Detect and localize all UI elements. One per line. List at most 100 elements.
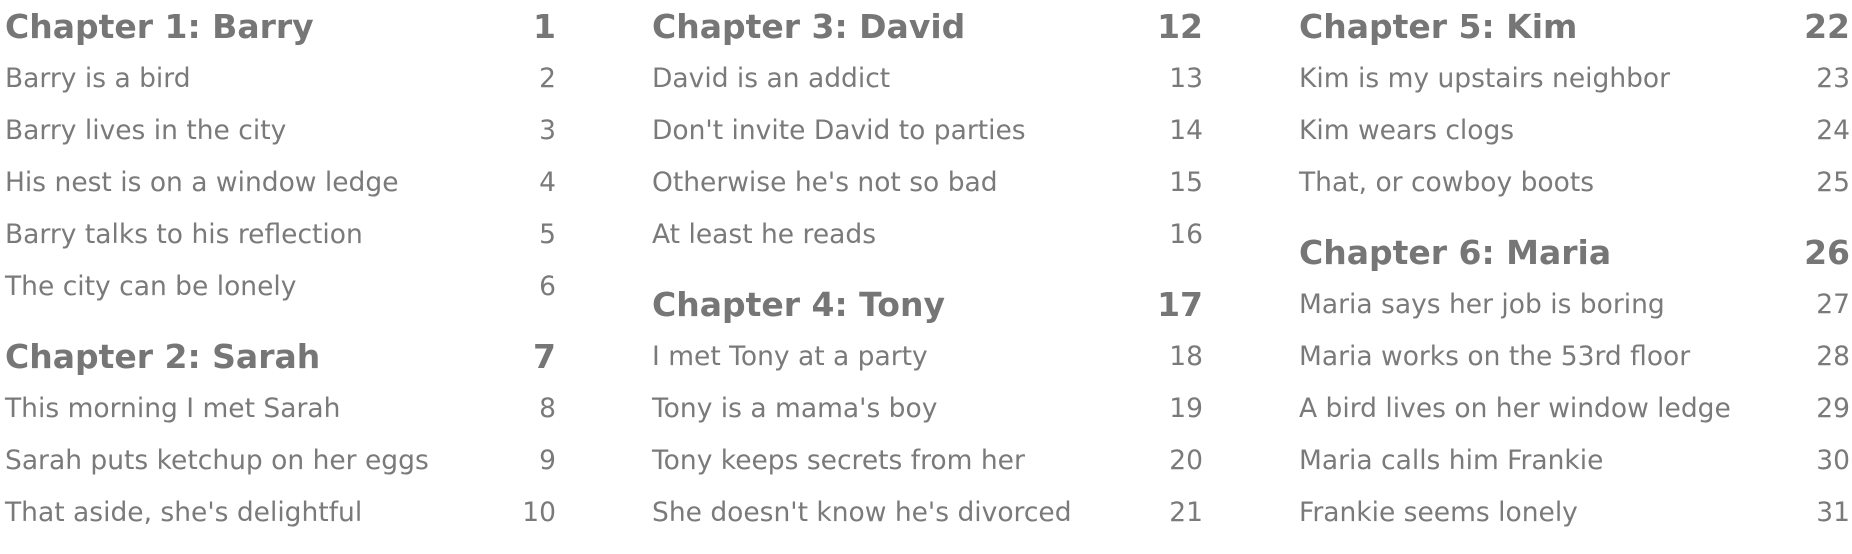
toc-entry[interactable]: Maria calls him Frankie 30 xyxy=(1299,434,1850,486)
toc-entry[interactable]: Maria says her job is boring 27 xyxy=(1299,278,1850,330)
entry-text: At least he reads xyxy=(652,218,877,250)
entry-page-number: 29 xyxy=(1816,392,1850,424)
entry-page-number: 19 xyxy=(1169,392,1203,424)
entry-text: Maria says her job is boring xyxy=(1299,288,1665,320)
chapter-page-number: 26 xyxy=(1804,232,1850,272)
entry-page-number: 23 xyxy=(1816,62,1850,94)
chapter-title: Chapter 2: Sarah xyxy=(5,336,321,376)
entry-page-number: 4 xyxy=(539,166,556,198)
entry-text: Tony is a mama's boy xyxy=(652,392,938,424)
chapter-heading[interactable]: Chapter 2: Sarah 7 xyxy=(5,330,556,382)
toc-entry[interactable]: Barry is a bird 2 xyxy=(5,52,556,104)
toc-entry[interactable]: Barry lives in the city 3 xyxy=(5,104,556,156)
chapter-section: Chapter 2: Sarah 7 This morning I met Sa… xyxy=(5,330,556,538)
chapter-title: Chapter 6: Maria xyxy=(1299,232,1612,272)
entry-page-number: 2 xyxy=(539,62,556,94)
chapter-heading[interactable]: Chapter 3: David 12 xyxy=(652,0,1203,52)
chapter-page-number: 17 xyxy=(1157,284,1203,324)
toc-entry[interactable]: Tony is a mama's boy 19 xyxy=(652,382,1203,434)
toc-entry[interactable]: The city can be lonely 6 xyxy=(5,260,556,312)
chapter-section: Chapter 6: Maria 26 Maria says her job i… xyxy=(1299,226,1850,538)
entry-text: Barry talks to his reflection xyxy=(5,218,363,250)
chapter-heading[interactable]: Chapter 1: Barry 1 xyxy=(5,0,556,52)
entry-text: A bird lives on her window ledge xyxy=(1299,392,1731,424)
entry-page-number: 9 xyxy=(539,444,556,476)
entry-page-number: 6 xyxy=(539,270,556,302)
chapter-section: Chapter 1: Barry 1 Barry is a bird 2 Barr… xyxy=(5,0,556,312)
entry-text: This morning I met Sarah xyxy=(5,392,341,424)
chapter-section: Chapter 5: Kim 22 Kim is my upstairs nei… xyxy=(1299,0,1850,208)
toc-entry[interactable]: David is an addict 13 xyxy=(652,52,1203,104)
chapter-heading[interactable]: Chapter 6: Maria 26 xyxy=(1299,226,1850,278)
entry-text: Sarah puts ketchup on her eggs xyxy=(5,444,429,476)
toc-entry[interactable]: A bird lives on her window ledge 29 xyxy=(1299,382,1850,434)
chapter-page-number: 7 xyxy=(533,336,556,376)
toc-entry[interactable]: Kim wears clogs 24 xyxy=(1299,104,1850,156)
entry-page-number: 30 xyxy=(1816,444,1850,476)
toc-column-3: Chapter 5: Kim 22 Kim is my upstairs nei… xyxy=(1299,0,1850,538)
chapter-page-number: 1 xyxy=(533,6,556,46)
toc-entry[interactable]: Otherwise he's not so bad 15 xyxy=(652,156,1203,208)
toc-entry[interactable]: I met Tony at a party 18 xyxy=(652,330,1203,382)
table-of-contents: Chapter 1: Barry 1 Barry is a bird 2 Barr… xyxy=(0,0,1852,554)
chapter-title: Chapter 5: Kim xyxy=(1299,6,1578,46)
entry-page-number: 31 xyxy=(1816,496,1850,528)
chapter-section: Chapter 4: Tony 17 I met Tony at a party… xyxy=(652,278,1203,538)
toc-entry[interactable]: Barry talks to his reflection 5 xyxy=(5,208,556,260)
toc-column-2: Chapter 3: David 12 David is an addict 13… xyxy=(652,0,1203,538)
entry-text: Maria works on the 53rd floor xyxy=(1299,340,1691,372)
entry-page-number: 20 xyxy=(1169,444,1203,476)
chapter-heading[interactable]: Chapter 4: Tony 17 xyxy=(652,278,1203,330)
chapter-title: Chapter 4: Tony xyxy=(652,284,945,324)
entry-page-number: 18 xyxy=(1169,340,1203,372)
entry-text: Frankie seems lonely xyxy=(1299,496,1578,528)
toc-entry[interactable]: This morning I met Sarah 8 xyxy=(5,382,556,434)
chapter-heading[interactable]: Chapter 5: Kim 22 xyxy=(1299,0,1850,52)
entry-page-number: 25 xyxy=(1816,166,1850,198)
toc-entry[interactable]: Frankie seems lonely 31 xyxy=(1299,486,1850,538)
entry-page-number: 13 xyxy=(1169,62,1203,94)
toc-entry[interactable]: That, or cowboy boots 25 xyxy=(1299,156,1850,208)
entry-text: I met Tony at a party xyxy=(652,340,928,372)
entry-page-number: 3 xyxy=(539,114,556,146)
entry-page-number: 10 xyxy=(522,496,556,528)
entry-page-number: 21 xyxy=(1169,496,1203,528)
entry-page-number: 5 xyxy=(539,218,556,250)
toc-entry[interactable]: She doesn't know he's divorced 21 xyxy=(652,486,1203,538)
entry-text: David is an addict xyxy=(652,62,891,94)
entry-page-number: 8 xyxy=(539,392,556,424)
entry-text: The city can be lonely xyxy=(5,270,297,302)
toc-entry[interactable]: Sarah puts ketchup on her eggs 9 xyxy=(5,434,556,486)
entry-page-number: 28 xyxy=(1816,340,1850,372)
toc-entry[interactable]: Don't invite David to parties 14 xyxy=(652,104,1203,156)
entry-text: She doesn't know he's divorced xyxy=(652,496,1072,528)
chapter-page-number: 12 xyxy=(1157,6,1203,46)
entry-text: That, or cowboy boots xyxy=(1299,166,1595,198)
toc-entry[interactable]: Kim is my upstairs neighbor 23 xyxy=(1299,52,1850,104)
entry-page-number: 15 xyxy=(1169,166,1203,198)
toc-entry[interactable]: That aside, she's delightful 10 xyxy=(5,486,556,538)
toc-entry[interactable]: Maria works on the 53rd floor 28 xyxy=(1299,330,1850,382)
chapter-title: Chapter 3: David xyxy=(652,6,966,46)
chapter-page-number: 22 xyxy=(1804,6,1850,46)
entry-text: Don't invite David to parties xyxy=(652,114,1026,146)
entry-page-number: 24 xyxy=(1816,114,1850,146)
toc-entry[interactable]: At least he reads 16 xyxy=(652,208,1203,260)
entry-page-number: 27 xyxy=(1816,288,1850,320)
entry-text: His nest is on a window ledge xyxy=(5,166,399,198)
entry-text: Maria calls him Frankie xyxy=(1299,444,1604,476)
entry-text: Tony keeps secrets from her xyxy=(652,444,1025,476)
chapter-title: Chapter 1: Barry xyxy=(5,6,314,46)
entry-text: Kim wears clogs xyxy=(1299,114,1515,146)
entry-page-number: 14 xyxy=(1169,114,1203,146)
entry-text: Kim is my upstairs neighbor xyxy=(1299,62,1671,94)
toc-column-1: Chapter 1: Barry 1 Barry is a bird 2 Barr… xyxy=(5,0,556,538)
toc-entry[interactable]: His nest is on a window ledge 4 xyxy=(5,156,556,208)
chapter-section: Chapter 3: David 12 David is an addict 13… xyxy=(652,0,1203,260)
entry-text: Otherwise he's not so bad xyxy=(652,166,998,198)
toc-entry[interactable]: Tony keeps secrets from her 20 xyxy=(652,434,1203,486)
entry-text: Barry lives in the city xyxy=(5,114,287,146)
entry-text: That aside, she's delightful xyxy=(5,496,363,528)
entry-page-number: 16 xyxy=(1169,218,1203,250)
entry-text: Barry is a bird xyxy=(5,62,191,94)
